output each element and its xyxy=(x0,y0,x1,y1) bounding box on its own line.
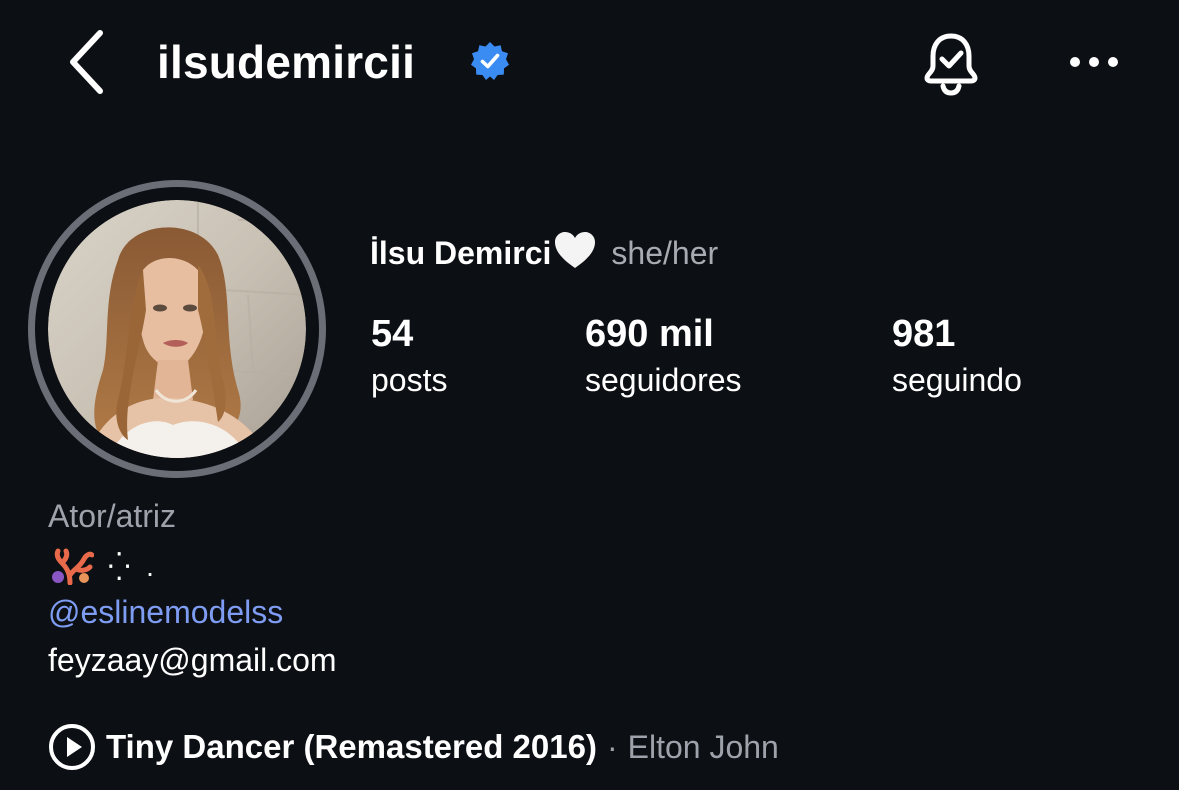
music-song-title: Tiny Dancer (Remastered 2016) xyxy=(106,728,597,765)
stat-following[interactable]: 981 seguindo xyxy=(892,312,1022,402)
chevron-left-icon xyxy=(70,30,103,94)
stat-followers-label: seguidores xyxy=(585,362,742,398)
bio-email: feyzaay@gmail.com xyxy=(48,642,337,678)
music-separator: · xyxy=(606,728,618,765)
stat-following-value: 981 xyxy=(892,313,956,355)
avatar-photo xyxy=(48,200,306,458)
bio-emoji-line: ⁛ . xyxy=(50,546,158,586)
profile-username: ilsudemircii xyxy=(157,36,416,88)
stat-posts-label: posts xyxy=(371,362,448,398)
pronouns: she/her xyxy=(611,235,719,271)
white-heart-icon xyxy=(555,232,596,268)
play-circle-icon xyxy=(49,724,95,770)
bell-check-icon xyxy=(924,33,978,96)
profile-avatar[interactable] xyxy=(28,180,326,478)
profile-music[interactable]: Tiny Dancer (Remastered 2016) · Elton Jo… xyxy=(48,723,779,771)
stat-followers[interactable]: 690 mil seguidores xyxy=(585,312,742,402)
back-button[interactable] xyxy=(58,26,114,98)
verified-badge-icon xyxy=(471,42,509,80)
profile-full-name: İlsu Demirci xyxy=(370,235,552,271)
notifications-button[interactable] xyxy=(917,28,985,98)
bio-dots: ⁛ . xyxy=(108,550,158,582)
more-options-button[interactable] xyxy=(1064,44,1124,80)
stat-following-label: seguindo xyxy=(892,362,1022,398)
stat-posts[interactable]: 54 posts xyxy=(371,312,447,402)
profile-full-name-row: İlsu Demirci she/her xyxy=(370,230,718,275)
music-artist: Elton John xyxy=(627,728,779,765)
stat-posts-value: 54 xyxy=(371,313,414,355)
coral-emoji-icon xyxy=(52,548,94,585)
more-horizontal-icon xyxy=(1070,57,1118,67)
bio-mention-link[interactable]: @eslinemodelss xyxy=(48,590,283,634)
stat-followers-value: 690 mil xyxy=(585,313,714,355)
profile-category: Ator/atriz xyxy=(48,498,177,534)
